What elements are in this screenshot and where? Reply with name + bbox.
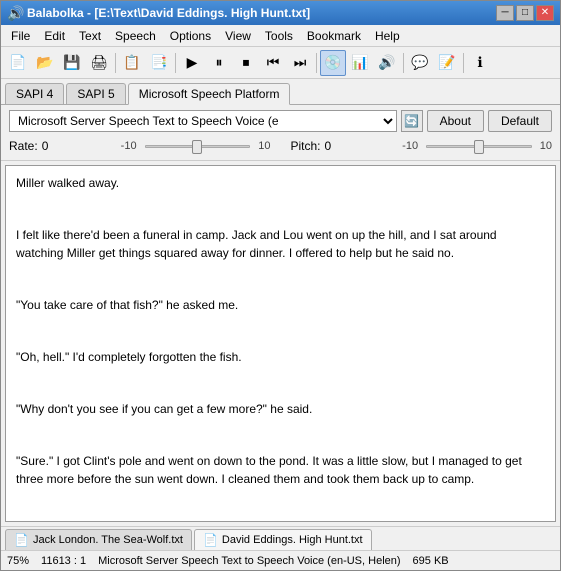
title-bar-buttons: ─ □ ✕	[496, 5, 554, 21]
tb-info-button[interactable]: ℹ	[467, 50, 493, 76]
pitch-slider-group: Pitch: 0	[291, 139, 395, 153]
status-bar: 75% 11613 : 1 Microsoft Server Speech Te…	[1, 550, 560, 570]
toolbar-separator-3	[316, 53, 317, 73]
sliders-row: Rate: 0 -10 10 Pitch: 0 -10 10	[9, 137, 552, 155]
main-window: 🔊 Balabolka - [E:\Text\David Eddings. Hi…	[0, 0, 561, 571]
text-area-container: Miller walked away. I felt like there'd …	[5, 165, 556, 522]
doc-tab-high-hunt[interactable]: 📄 David Eddings. High Hunt.txt	[194, 529, 372, 550]
tb-chart-button[interactable]: 📊	[347, 50, 373, 76]
rate-value: 0	[42, 139, 49, 153]
voice-panel: Microsoft Server Speech Text to Speech V…	[1, 105, 560, 161]
menu-view[interactable]: View	[219, 27, 257, 45]
status-position: 11613 : 1	[41, 555, 86, 567]
refresh-voices-button[interactable]: 🔄	[401, 110, 423, 132]
tb-edit-button[interactable]: 📝	[434, 50, 460, 76]
title-bar-left: 🔊 Balabolka - [E:\Text\David Eddings. Hi…	[7, 5, 310, 21]
sapi-tabs: SAPI 4 SAPI 5 Microsoft Speech Platform	[1, 79, 560, 105]
text-content[interactable]: Miller walked away. I felt like there'd …	[6, 166, 555, 521]
doc-tabs: 📄 Jack London. The Sea-Wolf.txt 📄 David …	[1, 526, 560, 550]
menu-speech[interactable]: Speech	[109, 27, 162, 45]
pitch-min: -10	[402, 140, 418, 152]
menu-edit[interactable]: Edit	[38, 27, 71, 45]
voice-selector-row: Microsoft Server Speech Text to Speech V…	[9, 110, 552, 132]
close-button[interactable]: ✕	[536, 5, 554, 21]
tb-open-button[interactable]: 📂	[32, 50, 58, 76]
toolbar: 📄 📂 💾 🖨 📋 📑 ▶ ⏸ ⏹ ⏮ ⏭ 💿 📊 🔊 💬 📝 ℹ	[1, 47, 560, 79]
window-title: Balabolka - [E:\Text\David Eddings. High…	[27, 6, 310, 20]
tb-new-button[interactable]: 📄	[5, 50, 31, 76]
status-voice: Microsoft Server Speech Text to Speech V…	[98, 555, 400, 567]
pitch-label: Pitch:	[291, 139, 321, 153]
tb-next-button[interactable]: ⏭	[287, 50, 313, 76]
tb-tts-button[interactable]: 💬	[407, 50, 433, 76]
tb-save-audio-button[interactable]: 💿	[320, 50, 346, 76]
rate-slider-track[interactable]	[145, 145, 251, 148]
doc-tab-high-hunt-label: David Eddings. High Hunt.txt	[222, 534, 363, 546]
menu-tools[interactable]: Tools	[259, 27, 299, 45]
tb-pause-button[interactable]: ⏸	[206, 50, 232, 76]
tb-stop-button[interactable]: ⏹	[233, 50, 259, 76]
rate-label: Rate:	[9, 139, 38, 153]
tb-copy-button[interactable]: 📑	[146, 50, 172, 76]
toolbar-separator-5	[463, 53, 464, 73]
rate-min: -10	[121, 140, 137, 152]
minimize-button[interactable]: ─	[496, 5, 514, 21]
menu-bookmark[interactable]: Bookmark	[301, 27, 367, 45]
pitch-max: 10	[540, 140, 552, 152]
tb-volume-button[interactable]: 🔊	[374, 50, 400, 76]
menu-help[interactable]: Help	[369, 27, 406, 45]
about-button[interactable]: About	[427, 110, 484, 132]
pitch-slider-track[interactable]	[426, 145, 532, 148]
title-bar: 🔊 Balabolka - [E:\Text\David Eddings. Hi…	[1, 1, 560, 25]
status-size: 695 KB	[413, 555, 449, 567]
toolbar-separator-4	[403, 53, 404, 73]
tb-paste-button[interactable]: 📋	[119, 50, 145, 76]
rate-slider-thumb[interactable]	[192, 140, 202, 154]
doc-tab-high-hunt-icon: 📄	[203, 533, 218, 547]
app-icon: 🔊	[7, 5, 23, 21]
tb-prev-button[interactable]: ⏮	[260, 50, 286, 76]
tb-save-button[interactable]: 💾	[59, 50, 85, 76]
toolbar-separator-1	[115, 53, 116, 73]
tab-sapi5[interactable]: SAPI 5	[66, 83, 125, 104]
doc-tab-sea-wolf[interactable]: 📄 Jack London. The Sea-Wolf.txt	[5, 529, 192, 550]
rate-max: 10	[258, 140, 270, 152]
rate-slider-group: Rate: 0	[9, 139, 113, 153]
tb-print-button[interactable]: 🖨	[86, 50, 112, 76]
restore-button[interactable]: □	[516, 5, 534, 21]
status-zoom: 75%	[7, 555, 29, 567]
menu-file[interactable]: File	[5, 27, 36, 45]
tab-microsoft-speech-platform[interactable]: Microsoft Speech Platform	[128, 83, 291, 105]
pitch-slider-thumb[interactable]	[474, 140, 484, 154]
pitch-value: 0	[325, 139, 332, 153]
doc-tab-sea-wolf-icon: 📄	[14, 533, 29, 547]
menu-text[interactable]: Text	[73, 27, 107, 45]
menu-bar: File Edit Text Speech Options View Tools…	[1, 25, 560, 47]
tab-sapi4[interactable]: SAPI 4	[5, 83, 64, 104]
tb-play-button[interactable]: ▶	[179, 50, 205, 76]
doc-tab-sea-wolf-label: Jack London. The Sea-Wolf.txt	[33, 534, 183, 546]
voice-select[interactable]: Microsoft Server Speech Text to Speech V…	[9, 110, 397, 132]
toolbar-separator-2	[175, 53, 176, 73]
menu-options[interactable]: Options	[164, 27, 217, 45]
default-button[interactable]: Default	[488, 110, 552, 132]
